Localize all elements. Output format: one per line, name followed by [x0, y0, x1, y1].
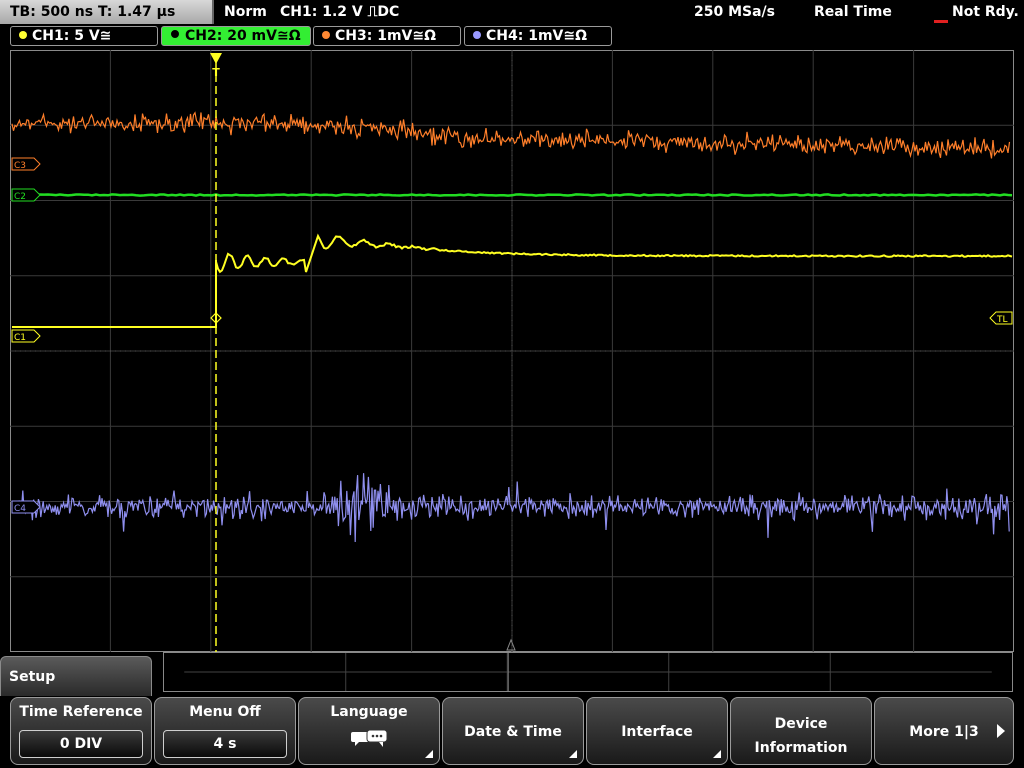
softkey-label: More 1|3	[909, 724, 979, 740]
dot-icon	[170, 29, 180, 39]
timebase-readout[interactable]: TB: 500 ns T: 1.47 µs	[0, 0, 214, 24]
menu-off-softkey[interactable]: Menu Off 4 s	[154, 697, 296, 765]
channel-tab-ch2[interactable]: CH2: 20 mV≅Ω	[161, 26, 311, 46]
dot-icon	[473, 31, 481, 39]
ch2-marker-label: C2	[14, 192, 26, 202]
next-page-arrow-icon	[997, 724, 1005, 738]
zoom-overview	[163, 652, 1013, 692]
ch3-marker-label: C3	[14, 161, 26, 171]
softkey-label: Date & Time	[464, 724, 562, 740]
submenu-indicator-icon	[569, 750, 577, 758]
softkey-label: Device Information	[731, 712, 871, 760]
interface-softkey[interactable]: Interface	[586, 697, 728, 765]
trigger-source: CH1: 1.2 V ⎍DC	[280, 4, 400, 20]
device-information-softkey[interactable]: Device Information	[730, 697, 872, 765]
ch4-marker-label: C4	[14, 504, 26, 514]
softkey-label: Time Reference	[19, 704, 143, 720]
more-softkey[interactable]: More 1|3	[874, 697, 1014, 765]
softkey-label: Menu Off	[189, 704, 261, 720]
ch1-marker-label: C1	[14, 333, 26, 343]
submenu-indicator-icon	[425, 750, 433, 758]
channel-tab-ch3[interactable]: CH3: 1mV≅Ω	[313, 26, 461, 46]
softkey-label: Interface	[621, 724, 693, 740]
ready-status: Not Rdy.	[934, 0, 1019, 24]
waveform-display[interactable]: T C3 C2 C1 C4 TL	[10, 50, 1014, 652]
channel-label: CH1: 5 V≅	[32, 28, 112, 44]
channel-label: CH2: 20 mV≅Ω	[185, 28, 301, 44]
softkey-label-line2: Information	[754, 740, 848, 756]
time-reference-value: 0 DIV	[19, 730, 143, 758]
channel-label: CH3: 1mV≅Ω	[335, 28, 437, 44]
dot-icon	[19, 31, 27, 39]
channel-label: CH4: 1mV≅Ω	[486, 28, 588, 44]
acquisition-mode: Real Time	[814, 4, 892, 20]
softkey-label: Language	[330, 704, 408, 720]
dot-icon	[322, 31, 330, 39]
submenu-indicator-icon	[713, 750, 721, 758]
date-time-softkey[interactable]: Date & Time	[442, 697, 584, 765]
trigger-mode: Norm	[224, 4, 267, 20]
language-softkey[interactable]: Language	[298, 697, 440, 765]
sample-rate: 250 MSa/s	[694, 4, 776, 20]
menu-title: Setup	[0, 656, 152, 696]
menu-off-value: 4 s	[163, 730, 287, 758]
status-bar: TB: 500 ns T: 1.47 µs Norm CH1: 1.2 V ⎍D…	[0, 0, 1024, 24]
channel-tab-ch4[interactable]: CH4: 1mV≅Ω	[464, 26, 612, 46]
softkey-label-line1: Device	[774, 716, 828, 732]
ch2-waveform	[11, 193, 1013, 197]
trigger-level-label: TL	[996, 315, 1008, 325]
channel-bar: CH1: 5 V≅ CH2: 20 mV≅Ω CH3: 1mV≅Ω CH4: 1…	[0, 26, 1024, 48]
speech-bubbles-icon	[351, 729, 388, 747]
channel-tab-ch1[interactable]: CH1: 5 V≅	[10, 26, 158, 46]
trigger-t-label: T	[212, 66, 220, 79]
time-reference-softkey[interactable]: Time Reference 0 DIV	[10, 697, 152, 765]
